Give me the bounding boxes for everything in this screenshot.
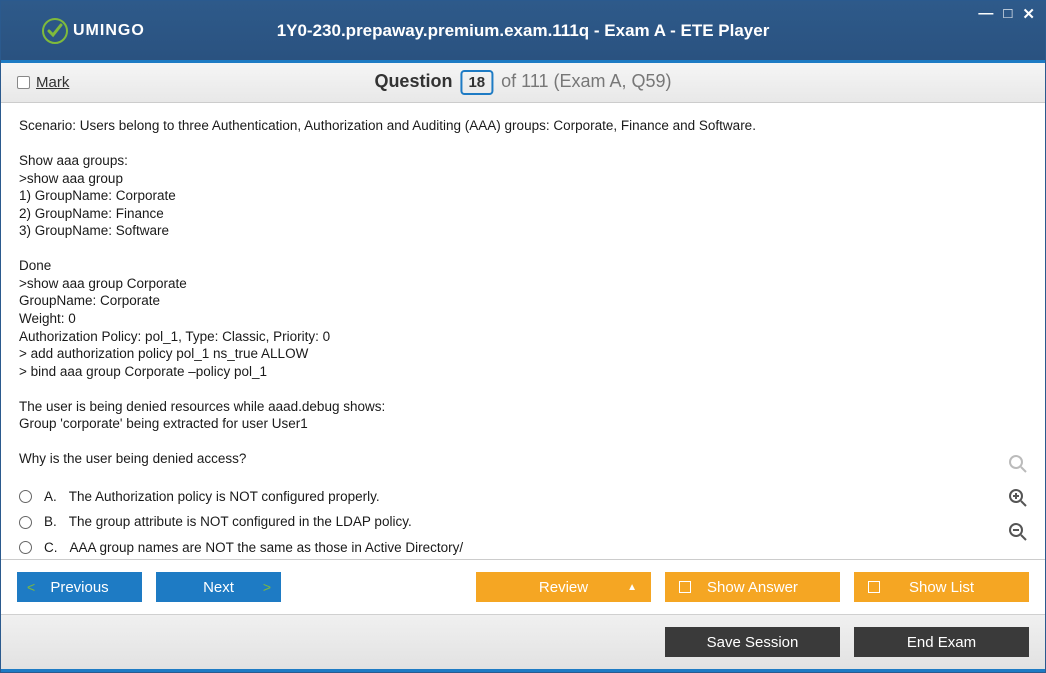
mark-checkbox[interactable]: Mark: [17, 74, 69, 91]
next-button[interactable]: Next >: [156, 572, 281, 602]
button-label: Review: [539, 579, 588, 596]
button-label: End Exam: [907, 634, 976, 651]
review-button[interactable]: Review ▲: [476, 572, 651, 602]
app-window: UMINGO 1Y0-230.prepaway.premium.exam.111…: [0, 0, 1046, 673]
zoom-in-icon[interactable]: [1005, 485, 1031, 511]
button-label: Save Session: [707, 634, 799, 651]
search-icon[interactable]: [1005, 451, 1031, 477]
option-text: The group attribute is NOT configured in…: [69, 513, 412, 531]
close-icon[interactable]: ✕: [1020, 5, 1037, 23]
question-progress: Question 18 of 111 (Exam A, Q59): [374, 70, 671, 95]
radio-icon: [19, 516, 32, 529]
zoom-out-icon[interactable]: [1005, 519, 1031, 545]
option-letter: C.: [44, 539, 58, 557]
checkbox-icon: [17, 76, 30, 89]
brand-logo: UMINGO: [41, 17, 145, 45]
option-b[interactable]: B. The group attribute is NOT configured…: [19, 513, 1027, 531]
show-list-button[interactable]: Show List: [854, 572, 1029, 602]
window-title: 1Y0-230.prepaway.premium.exam.111q - Exa…: [277, 21, 770, 41]
checkbox-icon: [868, 581, 880, 593]
save-session-button[interactable]: Save Session: [665, 627, 840, 657]
question-number: 18: [460, 70, 493, 95]
checkbox-icon: [679, 581, 691, 593]
answer-options: A. The Authorization policy is NOT confi…: [19, 488, 1027, 559]
question-header: Mark Question 18 of 111 (Exam A, Q59): [1, 63, 1045, 103]
button-label: Show Answer: [707, 579, 798, 596]
chevron-right-icon: >: [263, 579, 271, 595]
option-letter: B.: [44, 513, 57, 531]
window-controls: — □ ✕: [976, 5, 1037, 23]
option-text: AAA group names are NOT the same as thos…: [70, 539, 464, 557]
title-bar: UMINGO 1Y0-230.prepaway.premium.exam.111…: [1, 1, 1045, 63]
question-content: Scenario: Users belong to three Authenti…: [1, 103, 1045, 559]
zoom-tools: [1005, 451, 1031, 545]
question-total: of 111 (Exam A, Q59): [501, 71, 671, 92]
mark-label: Mark: [36, 74, 69, 91]
button-label: Show List: [909, 579, 974, 596]
show-answer-button[interactable]: Show Answer: [665, 572, 840, 602]
triangle-up-icon: ▲: [627, 582, 637, 593]
chevron-left-icon: <: [27, 579, 35, 595]
button-label: Previous: [50, 579, 108, 596]
button-label: Next: [203, 579, 234, 596]
radio-icon: [19, 541, 32, 554]
option-c[interactable]: C. AAA group names are NOT the same as t…: [19, 539, 1027, 557]
footer-top-row: < Previous Next > Review ▲ Show Answer S…: [1, 560, 1045, 614]
radio-icon: [19, 490, 32, 503]
footer-bottom-row: Save Session End Exam: [1, 614, 1045, 672]
end-exam-button[interactable]: End Exam: [854, 627, 1029, 657]
checkmark-icon: [41, 17, 69, 45]
option-letter: A.: [44, 488, 57, 506]
maximize-icon[interactable]: □: [1001, 5, 1014, 23]
brand-text: UMINGO: [73, 22, 145, 40]
minimize-icon[interactable]: —: [976, 5, 995, 23]
question-text: Scenario: Users belong to three Authenti…: [19, 117, 1027, 468]
question-word: Question: [374, 71, 452, 92]
option-a[interactable]: A. The Authorization policy is NOT confi…: [19, 488, 1027, 506]
previous-button[interactable]: < Previous: [17, 572, 142, 602]
option-text: The Authorization policy is NOT configur…: [69, 488, 380, 506]
footer: < Previous Next > Review ▲ Show Answer S…: [1, 559, 1045, 672]
